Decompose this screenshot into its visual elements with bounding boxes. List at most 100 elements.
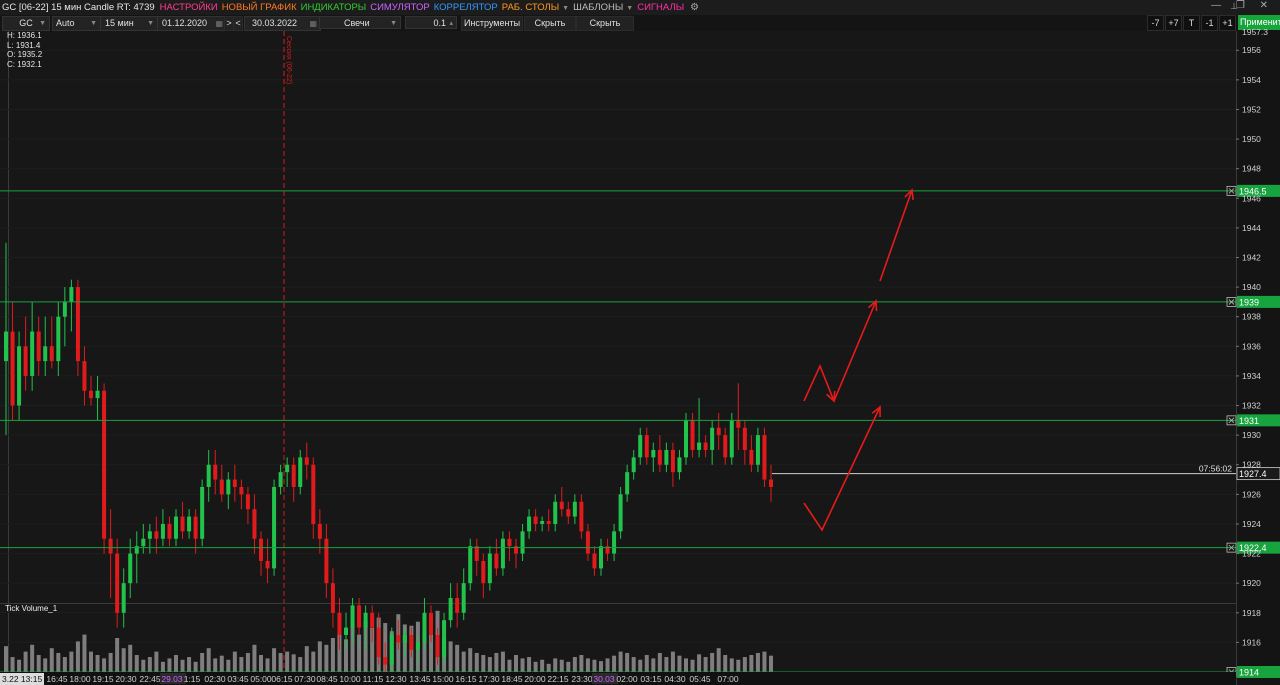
drawn-arrow (879, 189, 913, 282)
time-tick-label: 20:30 (115, 674, 137, 684)
menu-item-label: КОРРЕЛЯТОР (433, 2, 498, 13)
candle-body (350, 605, 355, 628)
volume-bar (134, 655, 139, 672)
volume-bar (245, 652, 250, 672)
level-price-badge (1237, 541, 1280, 554)
candle-body (226, 479, 231, 495)
volume-bar (75, 641, 80, 672)
volume-bar (206, 648, 211, 672)
zoom-out-7-button[interactable]: -7 (1147, 15, 1164, 31)
level-price-badge (1237, 666, 1280, 678)
volume-bar (481, 655, 486, 672)
candle-body (684, 420, 688, 458)
time-tick-highlight (592, 673, 618, 684)
volume-bar (30, 644, 35, 672)
zoom-out-1-button[interactable]: -1 (1201, 15, 1218, 31)
candle-body (500, 538, 505, 569)
price-tick-label: 1938 (1242, 312, 1261, 322)
candle-body (160, 523, 165, 539)
time-tick-label: 07:30 (294, 674, 316, 684)
volume-bar (226, 659, 231, 672)
zoom-reset-button[interactable]: T (1183, 15, 1200, 31)
menu-item-0[interactable]: НАСТРОЙКИ (160, 2, 218, 13)
volume-bar (723, 655, 728, 672)
price-tick-label: 1928 (1242, 460, 1261, 470)
candle-body (540, 521, 545, 524)
scale-mode-select[interactable]: Auto ▼ (52, 16, 101, 31)
volume-bar (422, 629, 427, 672)
hide-lines-button[interactable]: Скрыть линии (576, 16, 634, 41)
nav-prev-button[interactable]: < (233, 16, 243, 31)
time-tick-label: 13:45 (409, 674, 431, 684)
candle-body (736, 420, 741, 428)
volume-bar (147, 657, 152, 672)
volume-bar (174, 655, 178, 672)
candle-body (62, 301, 67, 317)
time-tick-label: 05:45 (689, 674, 711, 684)
chart-type-select[interactable]: Свечи ▼ (319, 16, 401, 29)
volume-bar (370, 627, 375, 672)
volume-bar (350, 624, 355, 672)
price-chart[interactable]: Сессия (06-22) 1946.5 1939 1931 1922.4 1914 1… (0, 0, 1280, 685)
candle-body (670, 449, 675, 473)
volume-bar (670, 651, 675, 672)
volume-bar (344, 639, 348, 672)
close-x-icon (1228, 299, 1235, 305)
candle-body (690, 420, 695, 450)
volume-bar (160, 661, 165, 672)
menu-item-5[interactable]: РАБ. СТОЛЫ ▼ (502, 2, 569, 13)
candle-body (272, 486, 277, 569)
candle-body (141, 538, 146, 547)
candle-body (435, 634, 440, 658)
candle-body (324, 538, 329, 584)
hide-drawings-button[interactable]: Скрыть рис. (524, 16, 576, 41)
zoom-in-1-button[interactable]: +1 (1219, 15, 1236, 31)
level-price-label: 1922.4 (1239, 543, 1267, 553)
zoom-in-7-button[interactable]: +7 (1165, 15, 1182, 31)
date-from-input[interactable]: 01.12.2020 ▦ (157, 16, 227, 31)
close-level-icon (1226, 542, 1237, 553)
time-tick-label: 18:45 (501, 674, 523, 684)
timeframe-select[interactable]: 15 мин ▼ (100, 16, 158, 31)
time-tick-label: 16:45 (46, 674, 68, 684)
volume-bar (89, 651, 93, 672)
menu-item-7[interactable]: СИГНАЛЫ (637, 2, 684, 13)
ohlc-open: O: 1935.2 (7, 50, 43, 59)
drawn-arrow (833, 300, 877, 402)
volume-bar (317, 641, 322, 672)
symbol-select[interactable]: GC ▼ (2, 16, 50, 31)
settings-gear-icon[interactable]: ⚙ (690, 2, 699, 13)
volume-bar (43, 658, 48, 672)
candle-body (396, 634, 401, 643)
time-tick-label: 17:30 (478, 674, 500, 684)
date-to-input[interactable]: 30.03.2022 ▦ (244, 16, 321, 31)
candle-body (232, 479, 237, 487)
menu-item-2[interactable]: ИНДИКАТОРЫ (301, 2, 367, 13)
apply-button[interactable]: Применить (1238, 15, 1280, 30)
tools-button[interactable]: Инструменты (461, 16, 523, 31)
menu-item-1[interactable]: НОВЫЙ ГРАФИК (222, 2, 297, 13)
menu-item-4[interactable]: КОРРЕЛЯТОР (434, 2, 498, 13)
volume-bar (729, 658, 734, 672)
current-price-label: 1927.4 (1239, 469, 1267, 479)
current-price-badge (1236, 467, 1280, 481)
candle-body (618, 494, 623, 532)
level-price-label: 1914 (1239, 668, 1259, 678)
candle-body (487, 553, 492, 584)
volume-bar (474, 652, 479, 672)
ohlc-close: C: 1932.1 (7, 59, 42, 69)
candle-body (592, 553, 597, 569)
volume-bar (429, 632, 433, 672)
candle-body (134, 546, 139, 554)
candle-body (23, 346, 28, 376)
volume-bar (383, 623, 388, 672)
candle-body (566, 509, 571, 517)
candle-body (415, 642, 420, 650)
step-input[interactable]: 0.1 ▴ (405, 16, 457, 29)
window-controls[interactable]: — ❐ ✕ (1211, 0, 1274, 11)
candle-body (298, 457, 303, 487)
candle-body (422, 612, 427, 643)
menu-item-6[interactable]: ШАБЛОНЫ ▼ (573, 2, 633, 13)
menu-item-3[interactable]: СИМУЛЯТОР (370, 2, 430, 13)
volume-bar (278, 652, 283, 672)
